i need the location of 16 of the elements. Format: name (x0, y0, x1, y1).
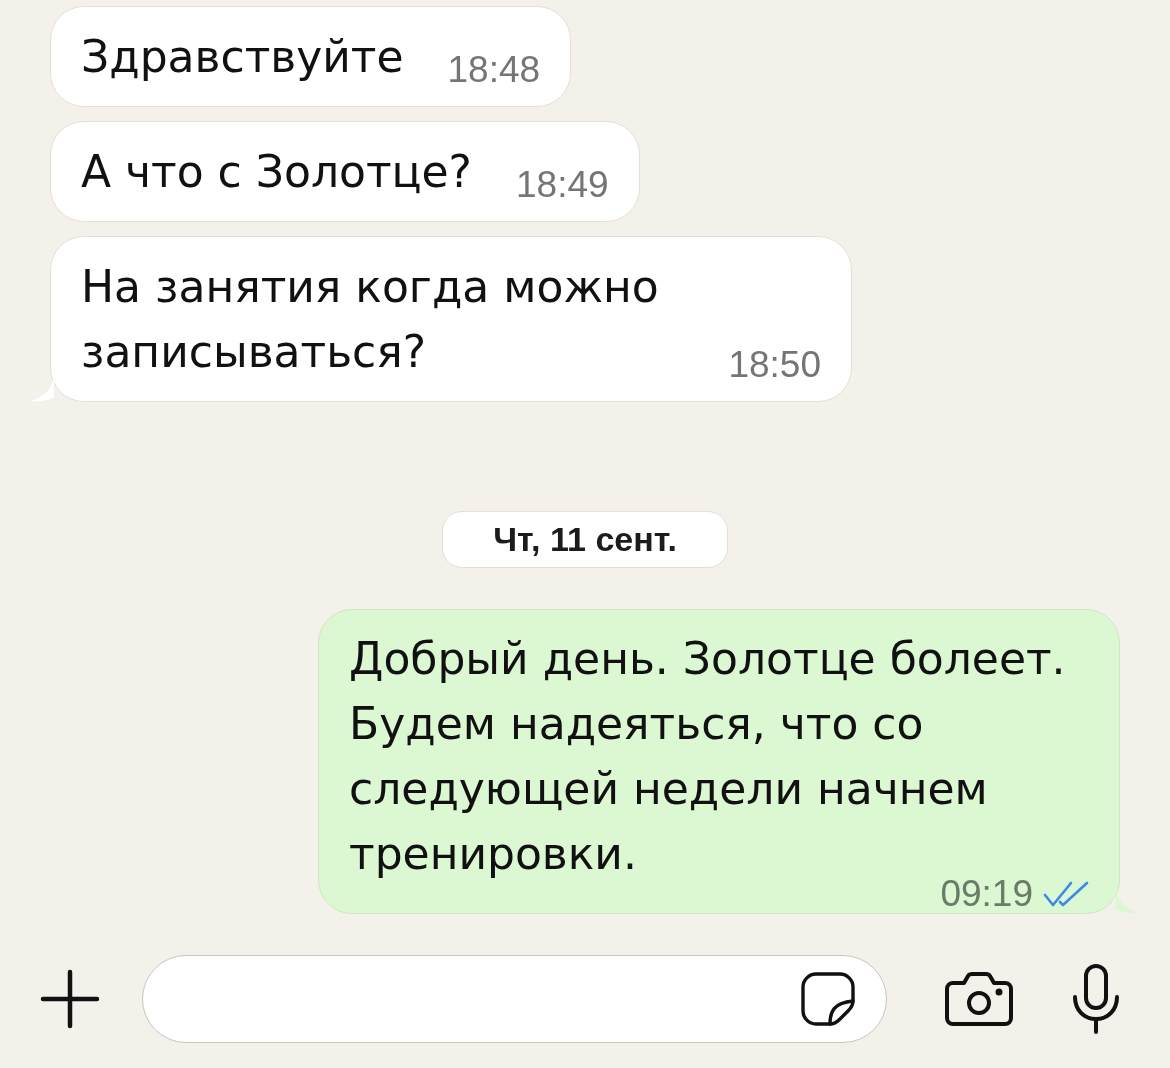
message-text: А что с Золотце? (81, 146, 472, 197)
message-time: 18:50 (728, 350, 821, 380)
message-text: Здравствуйте (81, 31, 404, 82)
plus-icon (40, 969, 100, 1029)
microphone-button[interactable] (1072, 964, 1120, 1034)
camera-icon (945, 972, 1013, 1026)
sticker-icon[interactable] (800, 971, 856, 1027)
microphone-icon (1072, 964, 1120, 1034)
message-text: На занятия когда можно записываться? (81, 261, 659, 377)
message-time: 18:48 (447, 55, 541, 85)
message-time: 09:19 (940, 879, 1033, 909)
camera-button[interactable] (945, 972, 1013, 1026)
message-time: 18:49 (516, 170, 609, 200)
add-button[interactable] (40, 969, 100, 1029)
message-text: Добрый день. Золотце болеет. Будем надеяться, что со следующей недели начнем тренировки. (349, 633, 1066, 879)
date-separator: Чт, 11 сент. (442, 511, 728, 568)
